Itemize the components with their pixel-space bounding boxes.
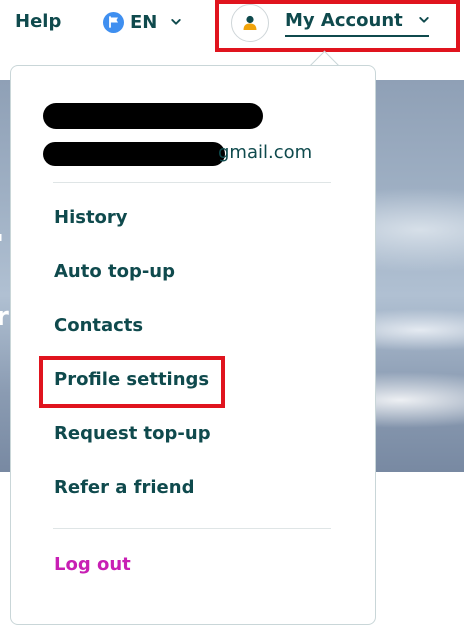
chevron-down-icon	[171, 17, 182, 27]
menu-item-history[interactable]: History	[54, 207, 128, 228]
hero-text-fragment: r	[0, 302, 9, 332]
redacted-name	[43, 103, 263, 129]
menu-item-auto-top-up[interactable]: Auto top-up	[54, 261, 175, 282]
divider	[53, 182, 331, 183]
menu-item-contacts[interactable]: Contacts	[54, 315, 143, 336]
flag-icon	[103, 11, 124, 33]
account-dropdown: gmail.com History Auto top-up Contacts P…	[10, 65, 376, 625]
account-highlight-box	[215, 0, 460, 52]
menu-item-request-top-up[interactable]: Request top-up	[54, 423, 211, 444]
menu-item-refer-a-friend[interactable]: Refer a friend	[54, 477, 194, 498]
hero-text-fragment: '	[0, 230, 4, 260]
language-label: EN	[130, 11, 158, 33]
divider	[53, 528, 331, 529]
redacted-email	[43, 142, 225, 166]
help-link[interactable]: Help	[15, 11, 61, 32]
profile-settings-highlight-box	[39, 356, 225, 408]
logout-link[interactable]: Log out	[54, 554, 131, 575]
email-domain: gmail.com	[218, 142, 313, 163]
language-selector[interactable]: EN	[103, 9, 182, 35]
